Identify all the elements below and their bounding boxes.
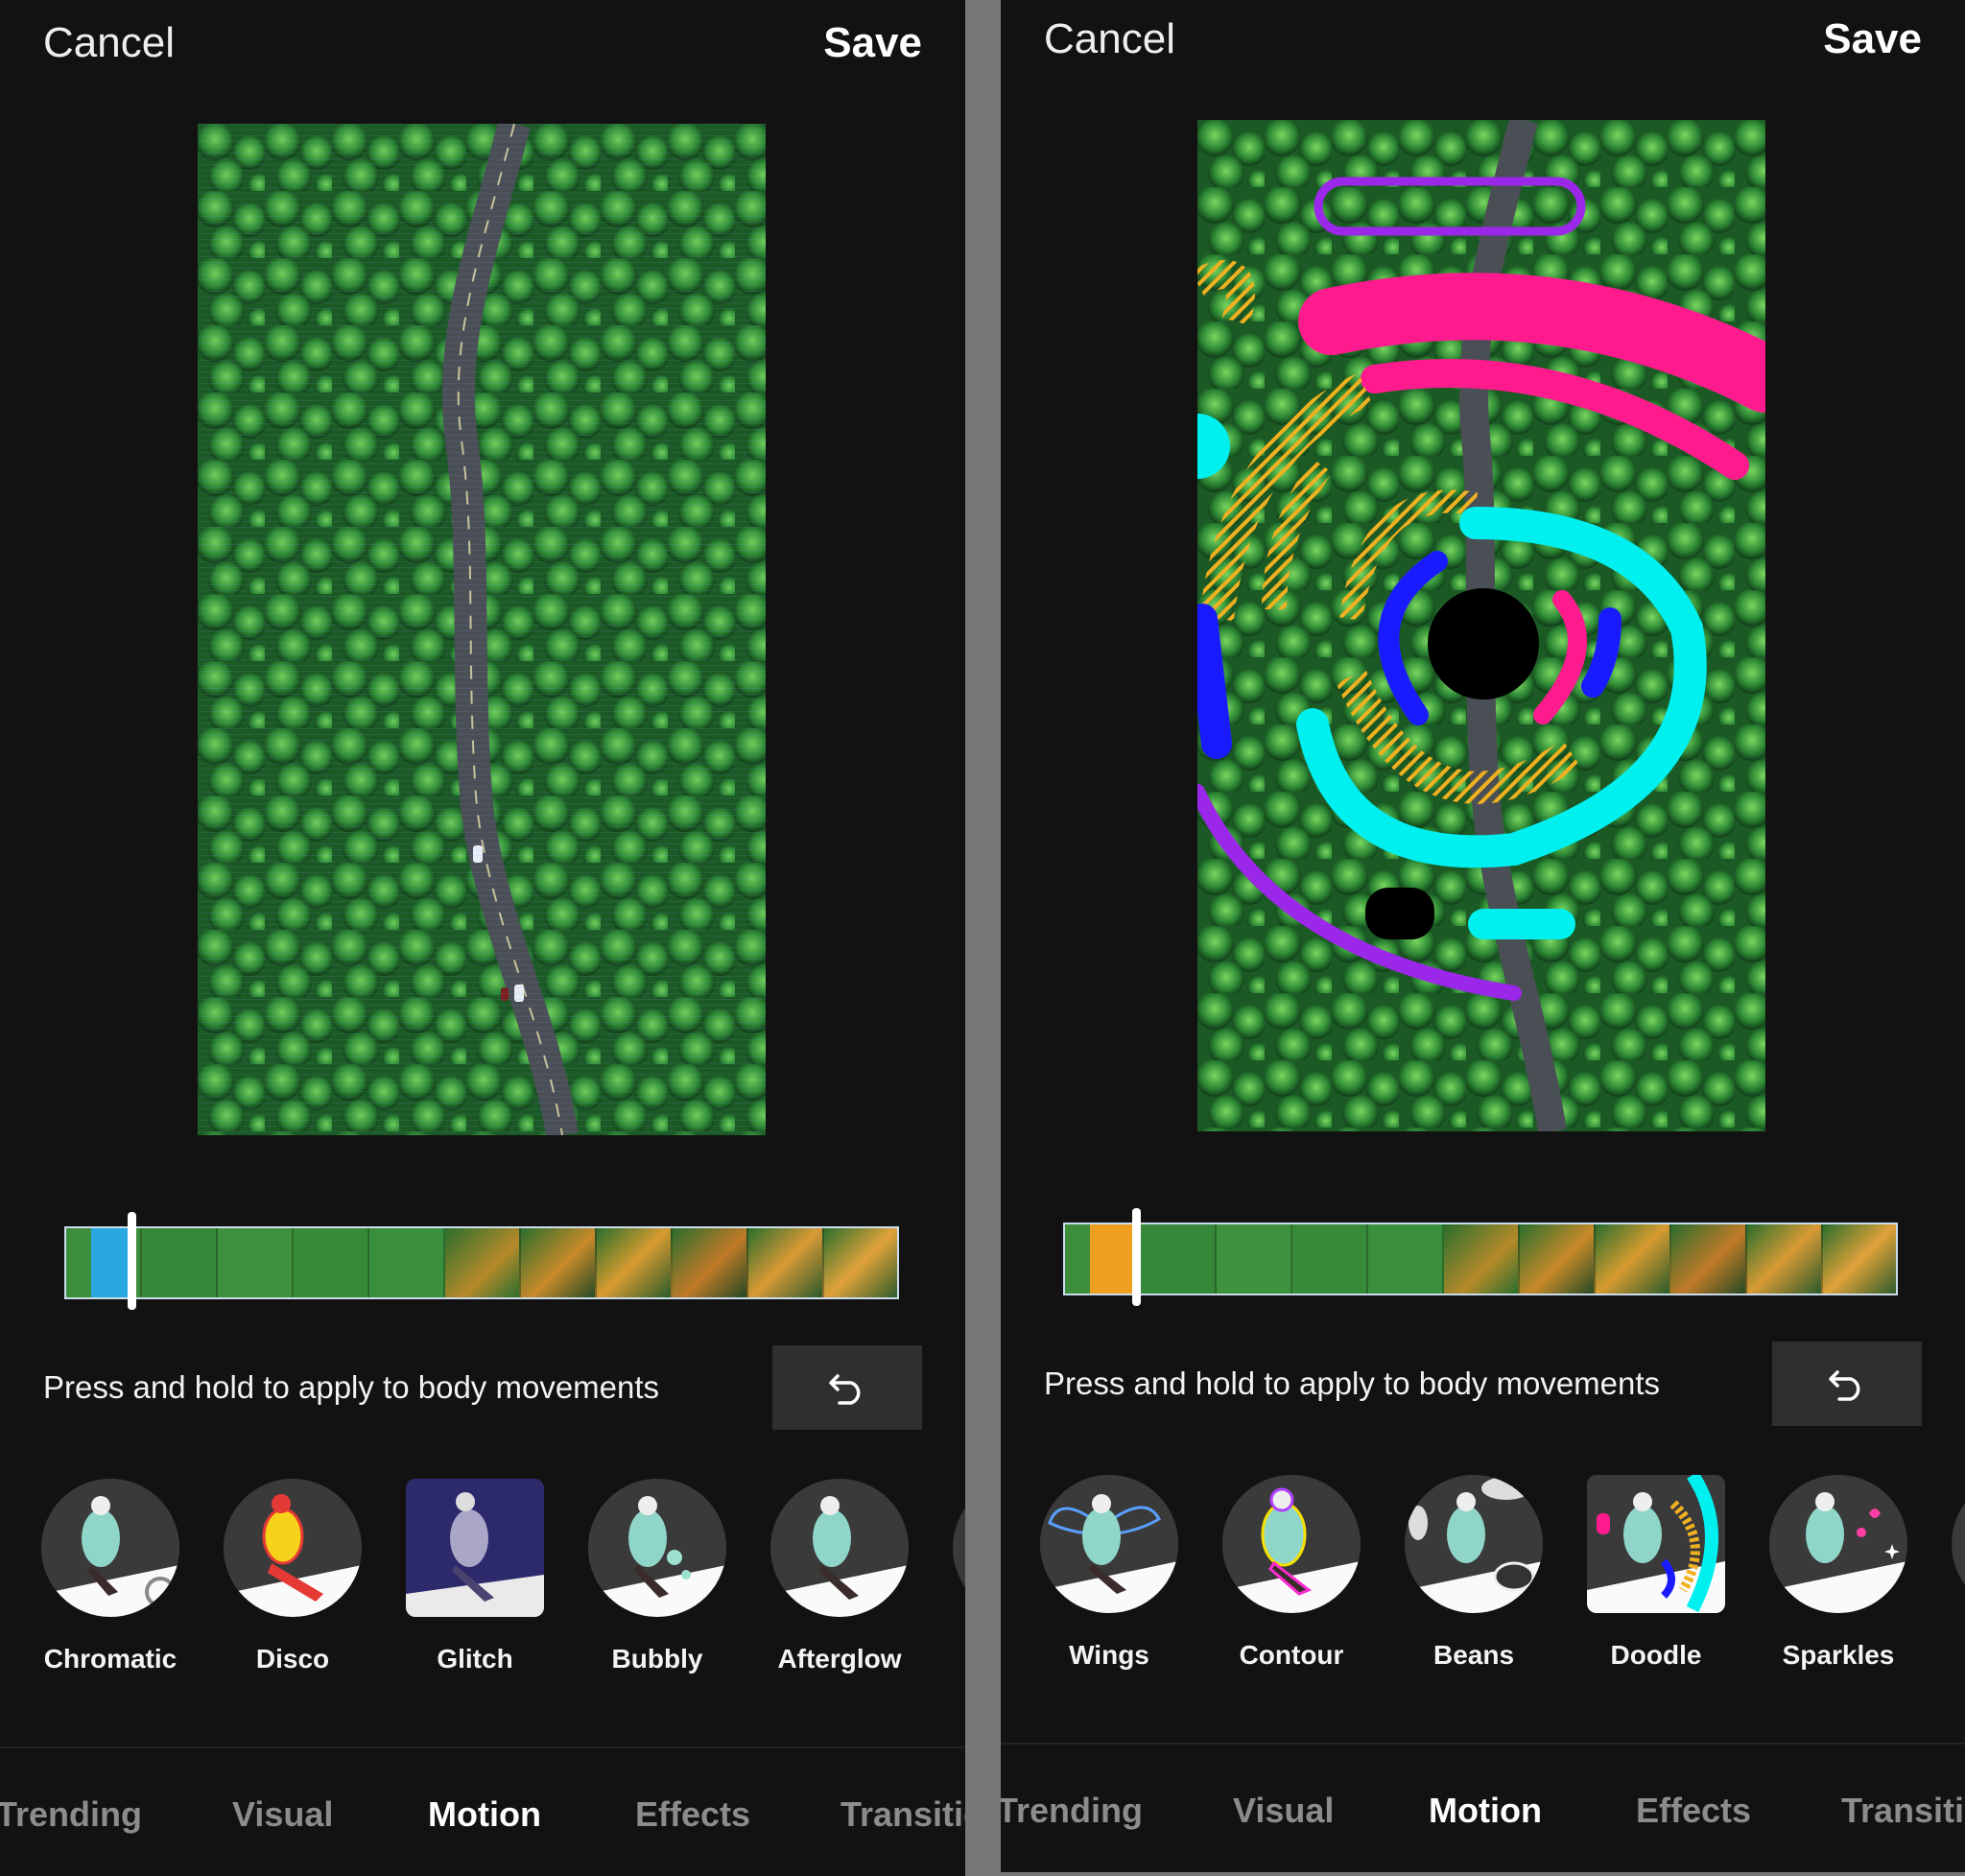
hint-text: Press and hold to apply to body movement… <box>43 1369 660 1405</box>
undo-button[interactable] <box>1772 1342 1922 1426</box>
editor-panel-left: Cancel Save Press and hold to apply to b… <box>0 0 965 1876</box>
effect-thumbnail <box>770 1479 909 1617</box>
tab-motion[interactable]: Motion <box>428 1794 541 1835</box>
tab-visual[interactable]: Visual <box>1233 1791 1334 1831</box>
effect-beans[interactable]: Beans <box>1402 1475 1546 1671</box>
effect-thumbnail <box>953 1479 965 1617</box>
effect-thumbnail <box>1222 1475 1361 1613</box>
video-preview <box>198 124 766 1135</box>
tab-motion[interactable]: Motion <box>1429 1791 1542 1831</box>
tab-trending[interactable]: Trending <box>0 1794 142 1835</box>
undo-button[interactable] <box>772 1345 922 1430</box>
effect-afterglow[interactable]: Afterglow <box>768 1479 911 1674</box>
applied-effect-segment <box>91 1228 130 1297</box>
effect-label: Glitch <box>437 1644 513 1674</box>
tab-transition[interactable]: Transitio <box>840 1794 965 1835</box>
video-preview <box>1197 120 1765 1131</box>
effect-thumbnail <box>406 1479 544 1617</box>
playhead-handle[interactable] <box>1132 1208 1141 1306</box>
tab-transition[interactable]: Transitio <box>1841 1791 1965 1831</box>
category-tabs: Trending Visual Motion Effects Transitio <box>0 1794 965 1842</box>
save-button[interactable]: Save <box>1823 15 1922 63</box>
effect-thumbnail <box>41 1479 179 1617</box>
undo-arrow-icon <box>1829 1370 1860 1401</box>
cancel-button[interactable]: Cancel <box>1044 15 1175 63</box>
effect-thumbnail <box>1587 1475 1725 1613</box>
effect-wings[interactable]: Wings <box>1037 1475 1181 1671</box>
divider <box>1001 1743 1965 1745</box>
effect-label: Afterglow <box>777 1644 902 1674</box>
effect-sparkles[interactable]: Sparkles <box>1766 1475 1910 1671</box>
tab-effects[interactable]: Effects <box>1636 1791 1751 1831</box>
effect-bubbly[interactable]: Bubbly <box>585 1479 729 1674</box>
effect-disco[interactable]: Disco <box>221 1479 365 1674</box>
timeline-scrubber[interactable] <box>1063 1223 1898 1295</box>
effects-row: Chromatic Disco Glitch Bubbly Afterglow <box>0 1479 965 1680</box>
save-button[interactable]: Save <box>823 19 922 67</box>
effect-next-partial[interactable] <box>950 1479 965 1617</box>
effect-thumbnail <box>588 1479 726 1617</box>
tab-trending[interactable]: Trending <box>1001 1791 1143 1831</box>
tab-effects[interactable]: Effects <box>635 1794 750 1835</box>
effects-row: Wings Contour Beans Doodle Sparkles <box>1001 1475 1965 1676</box>
effect-label: Doodle <box>1610 1640 1702 1670</box>
effect-chromatic[interactable]: Chromatic <box>38 1479 182 1674</box>
applied-effect-segment <box>1090 1224 1134 1294</box>
effect-label: Disco <box>255 1644 330 1674</box>
effect-label: Wings <box>1069 1640 1149 1670</box>
effect-label: Chromatic <box>43 1644 178 1674</box>
divider <box>0 1746 965 1748</box>
effect-thumbnail <box>1769 1475 1907 1613</box>
effect-thumbnail <box>1040 1475 1178 1613</box>
effect-thumbnail <box>1952 1475 1965 1613</box>
tab-visual[interactable]: Visual <box>232 1794 333 1835</box>
editor-panel-right: Cancel Save Press and hold to apply to b… <box>1001 0 1965 1872</box>
effect-thumbnail <box>224 1479 362 1617</box>
effect-label: Contour <box>1239 1640 1344 1670</box>
cancel-button[interactable]: Cancel <box>43 19 175 67</box>
effect-next-partial[interactable] <box>1949 1475 1965 1613</box>
effect-label: Bubbly <box>611 1644 703 1674</box>
undo-arrow-icon <box>829 1374 861 1405</box>
effect-thumbnail <box>1405 1475 1543 1613</box>
effect-doodle[interactable]: Doodle <box>1584 1475 1728 1671</box>
hint-text: Press and hold to apply to body movement… <box>1044 1365 1661 1401</box>
playhead-handle[interactable] <box>128 1212 136 1310</box>
effect-glitch[interactable]: Glitch <box>403 1479 547 1674</box>
effect-label: Beans <box>1432 1640 1515 1670</box>
category-tabs: Trending Visual Motion Effects Transitio <box>1001 1791 1965 1839</box>
effect-contour[interactable]: Contour <box>1219 1475 1363 1671</box>
effect-label: Sparkles <box>1782 1640 1895 1670</box>
timeline-scrubber[interactable] <box>64 1226 899 1299</box>
